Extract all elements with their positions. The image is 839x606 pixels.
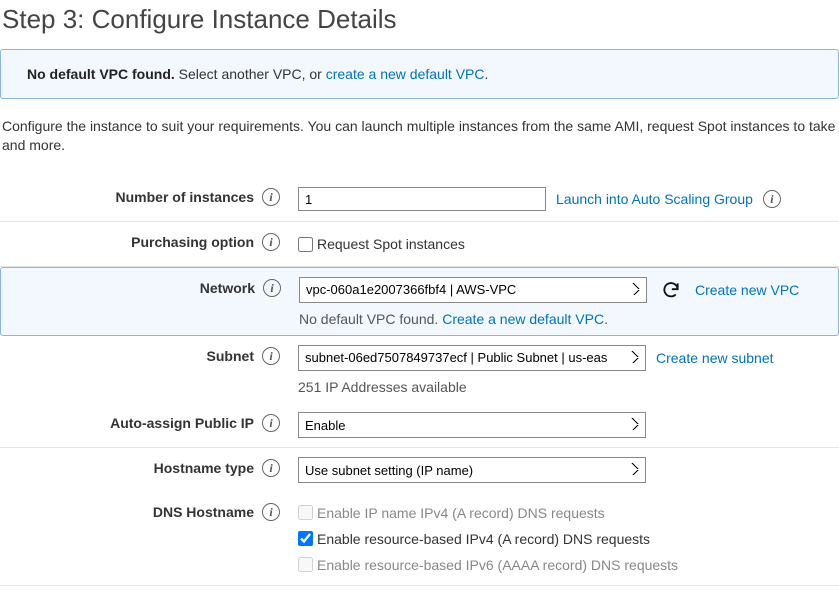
row-hostname-type: Hostname type i Use subnet setting (IP n… (0, 448, 839, 492)
row-dns-hostname: DNS Hostname i Enable IP name IPv4 (A re… (0, 492, 839, 586)
page-title: Step 3: Configure Instance Details (2, 4, 839, 35)
create-new-vpc-link[interactable]: Create new VPC (695, 282, 799, 298)
info-icon[interactable]: i (262, 188, 280, 206)
info-icon[interactable]: i (763, 190, 781, 208)
label-network: Network (1, 276, 263, 296)
row-purchasing-option: Purchasing option i Request Spot instanc… (0, 222, 839, 267)
notice-text: Select another VPC, or (175, 66, 326, 82)
intro-text: Configure the instance to suit your requ… (2, 117, 839, 155)
row-subnet: Subnet i subnet-06ed7507849737ecf | Publ… (0, 336, 839, 403)
create-new-subnet-link[interactable]: Create new subnet (656, 350, 774, 366)
dns-ipname-ipv4-label: Enable IP name IPv4 (A record) DNS reque… (317, 505, 605, 521)
request-spot-checkbox[interactable] (298, 237, 313, 252)
subnet-select[interactable]: subnet-06ed7507849737ecf | Public Subnet… (298, 345, 646, 371)
dns-resource-ipv6-checkbox (298, 557, 313, 572)
public-ip-select[interactable]: Enable (298, 412, 646, 438)
launch-asg-link[interactable]: Launch into Auto Scaling Group (556, 191, 753, 207)
label-subnet: Subnet (0, 344, 262, 364)
request-spot-label: Request Spot instances (317, 236, 465, 252)
info-icon[interactable]: i (262, 503, 280, 521)
notice-after: . (485, 66, 489, 82)
label-dns-hostname: DNS Hostname (0, 500, 262, 520)
info-icon[interactable]: i (262, 347, 280, 365)
subnet-ip-count: 251 IP Addresses available (298, 379, 839, 395)
network-select[interactable]: vpc-060a1e2007366fbf4 | AWS-VPC (299, 277, 647, 303)
hostname-type-select[interactable]: Use subnet setting (IP name) (298, 457, 646, 483)
dns-ipname-ipv4-checkbox (298, 505, 313, 520)
label-number-of-instances: Number of instances (0, 185, 262, 205)
dns-resource-ipv6-label: Enable resource-based IPv6 (AAAA record)… (317, 557, 678, 573)
row-network: Network i vpc-060a1e2007366fbf4 | AWS-VP… (0, 267, 839, 336)
create-default-vpc-link-2[interactable]: Create a new default VPC (442, 311, 604, 327)
row-public-ip: Auto-assign Public IP i Enable (0, 403, 839, 448)
info-icon[interactable]: i (262, 459, 280, 477)
row-number-of-instances: Number of instances i Launch into Auto S… (0, 177, 839, 222)
info-icon[interactable]: i (262, 414, 280, 432)
number-of-instances-input[interactable] (298, 187, 546, 211)
no-default-vpc-notice: No default VPC found. Select another VPC… (0, 49, 839, 99)
info-icon[interactable]: i (263, 279, 281, 297)
network-subtext-after: . (604, 311, 608, 327)
dns-resource-ipv4-checkbox[interactable] (298, 531, 313, 546)
info-icon[interactable]: i (262, 233, 280, 251)
network-subtext-prefix: No default VPC found. (299, 311, 442, 327)
config-form: Number of instances i Launch into Auto S… (0, 177, 839, 586)
create-default-vpc-link[interactable]: create a new default VPC (326, 66, 485, 82)
refresh-icon[interactable] (661, 280, 681, 300)
notice-bold: No default VPC found. (27, 66, 175, 82)
label-hostname-type: Hostname type (0, 456, 262, 476)
label-public-ip: Auto-assign Public IP (0, 411, 262, 431)
dns-resource-ipv4-label: Enable resource-based IPv4 (A record) DN… (317, 531, 650, 547)
label-purchasing-option: Purchasing option (0, 230, 262, 250)
